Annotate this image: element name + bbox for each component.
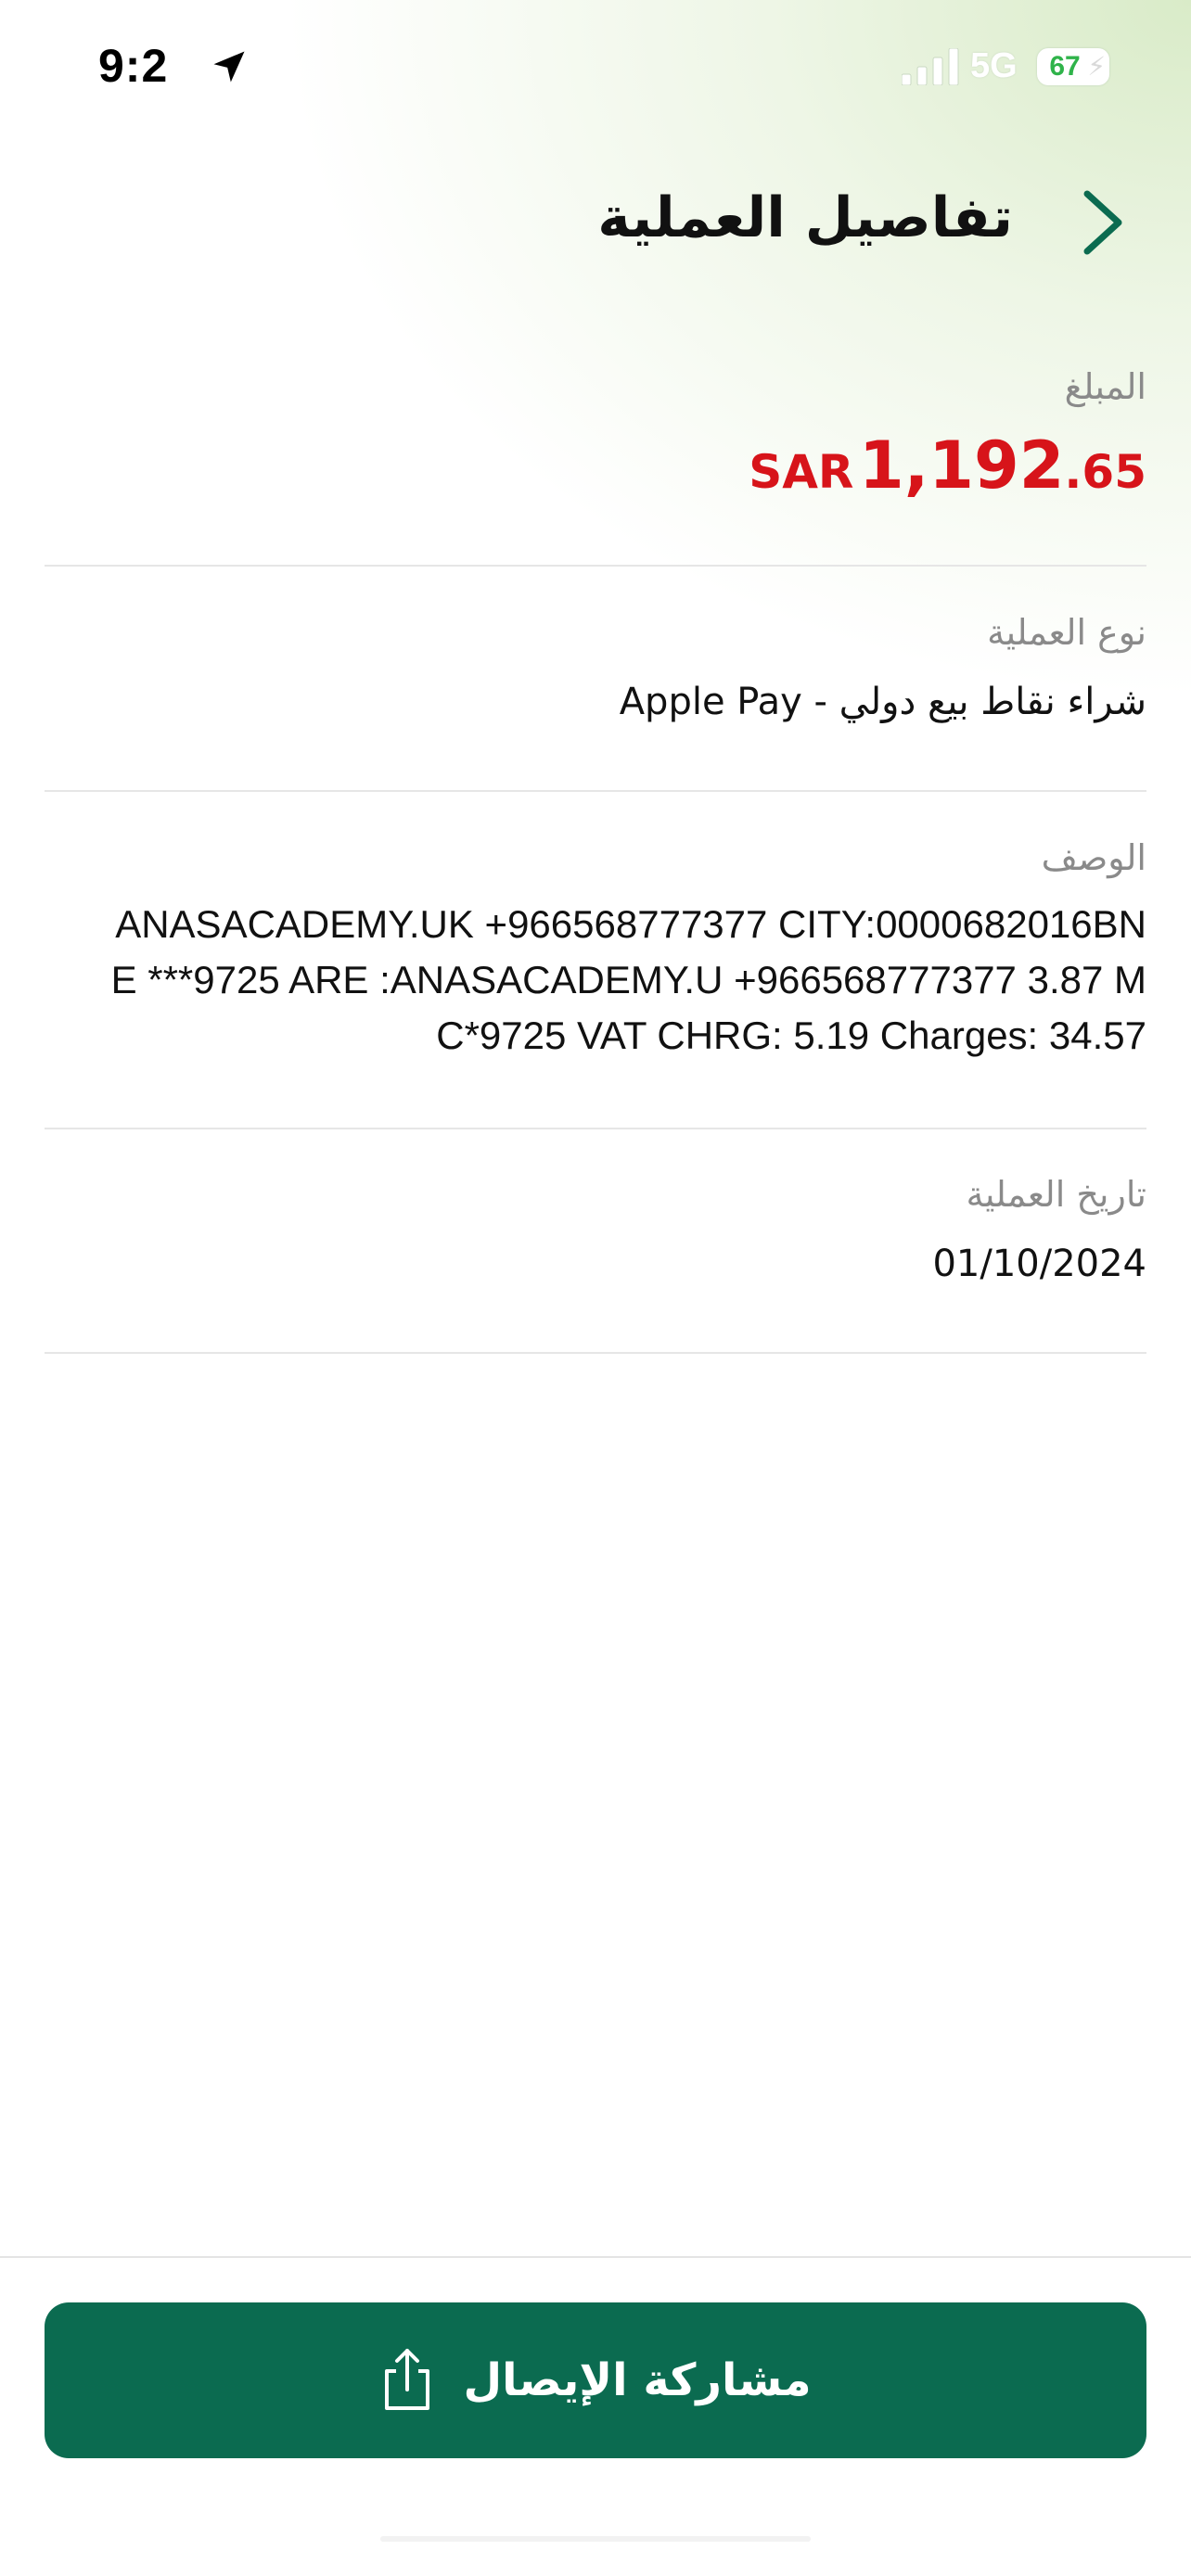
signal-bars-icon	[902, 48, 959, 85]
footer-divider	[0, 2256, 1191, 2258]
transaction-date-section: تاريخ العملية 01/10/2024	[45, 1174, 1146, 1285]
transaction-type-label: نوع العملية	[987, 612, 1146, 653]
amount-section: المبلغ SAR 1,192.65	[45, 366, 1146, 504]
status-bar: 9:2 5G 67 ⚡	[0, 0, 1191, 130]
amount-currency: SAR	[749, 445, 854, 499]
description-line: ANASACADEMY.UK +966568777377 CITY:000068…	[115, 902, 1146, 946]
share-icon	[385, 2349, 430, 2410]
network-type: 5G	[970, 46, 1018, 85]
divider	[45, 565, 1146, 567]
description-line: C*9725 VAT CHRG: 5.19 Charges: 34.57	[436, 1014, 1146, 1057]
divider	[45, 1128, 1146, 1129]
battery-level: 67	[1049, 51, 1081, 82]
transaction-type-section: نوع العملية شراء نقاط بيع دولي - Apple P…	[45, 612, 1146, 723]
status-time: 9:2	[98, 40, 169, 92]
description-value: ANASACADEMY.UK +966568777377 CITY:000068…	[45, 897, 1146, 1064]
description-line: E ***9725 ARE :ANASACADEMY.U +9665687773…	[110, 958, 1146, 1001]
amount-decimal: .65	[1064, 445, 1146, 499]
location-arrow-icon	[213, 51, 245, 83]
back-chevron-icon[interactable]	[1067, 181, 1141, 264]
amount-integer: 1,192	[859, 427, 1065, 504]
transaction-date-label: تاريخ العملية	[966, 1174, 1146, 1215]
description-section: الوصف ANASACADEMY.UK +966568777377 CITY:…	[45, 837, 1146, 1064]
transaction-type-value: شراء نقاط بيع دولي - Apple Pay	[619, 681, 1146, 723]
home-indicator	[380, 2536, 811, 2542]
charging-bolt-icon: ⚡	[1087, 51, 1106, 82]
divider	[45, 1352, 1146, 1354]
divider	[45, 790, 1146, 792]
amount-value: SAR 1,192.65	[45, 427, 1146, 504]
battery-indicator: 67 ⚡	[1037, 48, 1109, 85]
transaction-date-value: 01/10/2024	[932, 1243, 1146, 1285]
amount-label: المبلغ	[1064, 366, 1146, 407]
share-receipt-button[interactable]: مشاركة الإيصال	[45, 2302, 1146, 2458]
page-title: تفاصيل العملية	[597, 185, 1013, 250]
description-label: الوصف	[1041, 837, 1146, 878]
share-receipt-label: مشاركة الإيصال	[463, 2354, 812, 2406]
